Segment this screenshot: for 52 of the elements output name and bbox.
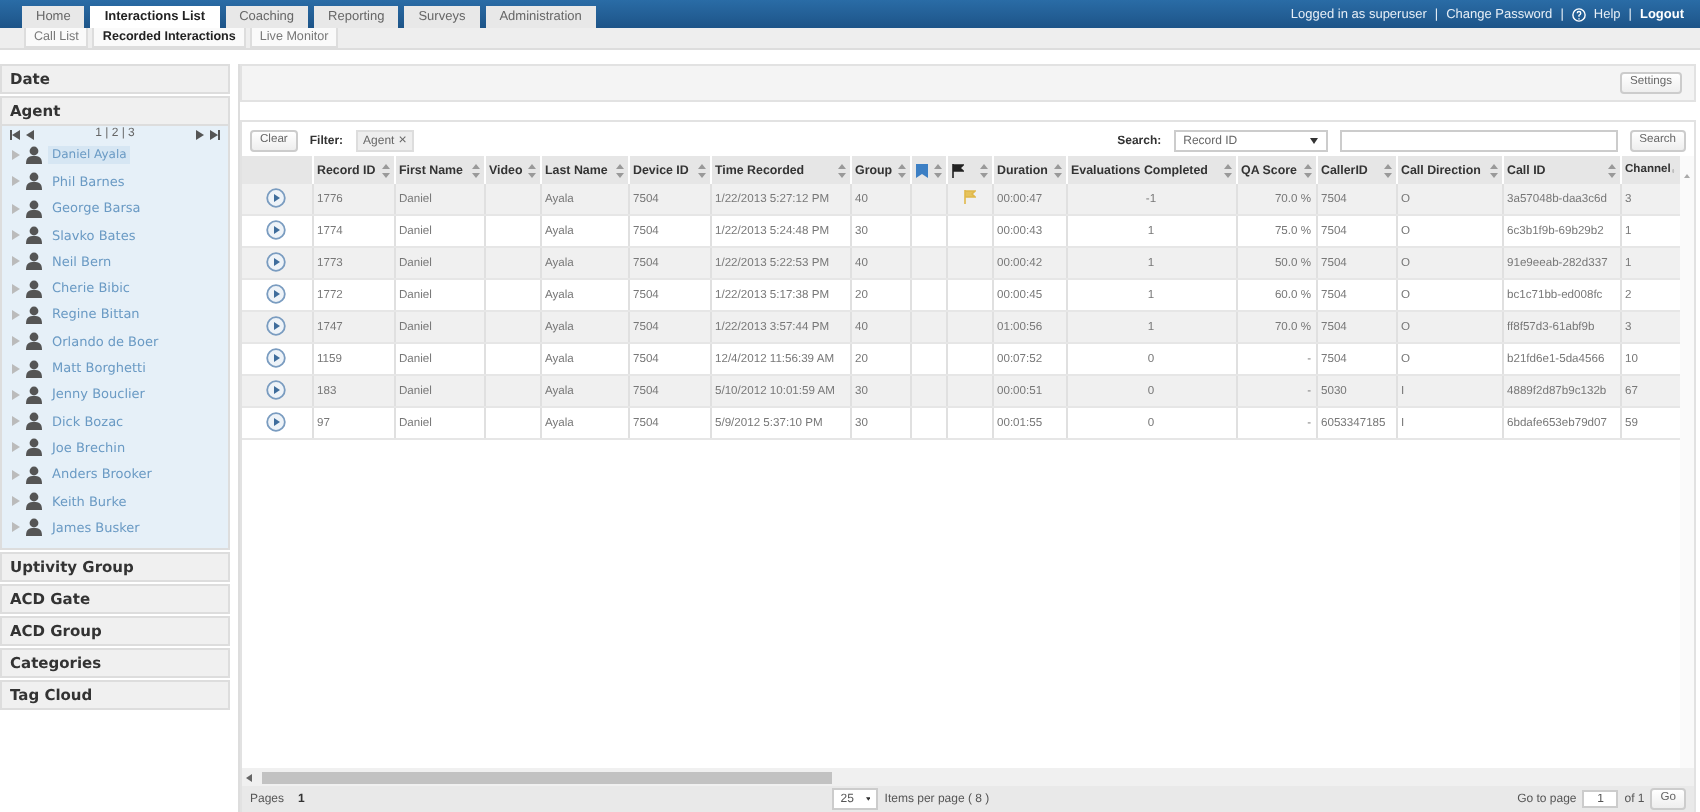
expand-icon[interactable]: [12, 442, 20, 453]
expand-icon[interactable]: [12, 496, 20, 506]
person-icon: [26, 412, 42, 431]
help-icon[interactable]: [1571, 7, 1586, 21]
play-icon[interactable]: [266, 347, 287, 367]
first-page-icon[interactable]: [10, 129, 20, 139]
person-icon: [26, 518, 42, 537]
flag-icon: [951, 163, 963, 177]
person-icon: [26, 279, 42, 298]
caret-icon: [1309, 138, 1318, 144]
play-icon[interactable]: [266, 411, 287, 431]
expand-icon[interactable]: [12, 522, 20, 533]
person-icon: [26, 359, 42, 378]
expand-icon[interactable]: [12, 150, 20, 161]
person-icon: [26, 492, 42, 510]
expand-icon[interactable]: [12, 389, 20, 400]
search-input[interactable]: [1339, 130, 1618, 152]
expand-icon[interactable]: [12, 336, 20, 347]
expand-icon[interactable]: [12, 309, 20, 320]
expand-icon[interactable]: [12, 283, 20, 294]
scroll-up-icon[interactable]: [1680, 170, 1694, 182]
last-page-icon[interactable]: [210, 129, 220, 139]
scrollbar-thumb[interactable]: [262, 771, 832, 783]
play-icon[interactable]: [266, 315, 287, 335]
expand-icon[interactable]: [12, 416, 20, 427]
person-icon: [26, 385, 42, 404]
person-icon: [26, 465, 42, 484]
previous-page-icon[interactable]: [26, 129, 34, 139]
flag-icon[interactable]: [963, 190, 975, 204]
expand-icon[interactable]: [12, 363, 20, 374]
person-icon: [26, 438, 42, 457]
expand-icon[interactable]: [12, 469, 20, 480]
expand-icon[interactable]: [12, 256, 20, 267]
person-icon: [26, 305, 42, 324]
scroll-left-icon[interactable]: [246, 773, 252, 781]
bookmark-icon: [915, 163, 927, 177]
next-page-icon[interactable]: [196, 129, 204, 139]
expand-icon[interactable]: [12, 176, 20, 187]
expand-icon[interactable]: [12, 230, 20, 241]
caret-icon: [865, 796, 871, 802]
person-icon: [26, 332, 42, 351]
person-icon: [26, 199, 42, 218]
play-icon[interactable]: [266, 187, 287, 207]
person-icon: [26, 146, 42, 165]
play-icon[interactable]: [266, 251, 287, 271]
expand-icon[interactable]: [12, 203, 20, 214]
person-icon: [26, 226, 42, 245]
play-icon[interactable]: [266, 379, 287, 399]
person-icon: [26, 172, 42, 191]
person-icon: [26, 252, 42, 271]
play-icon[interactable]: [266, 283, 287, 303]
play-icon[interactable]: [266, 219, 287, 239]
